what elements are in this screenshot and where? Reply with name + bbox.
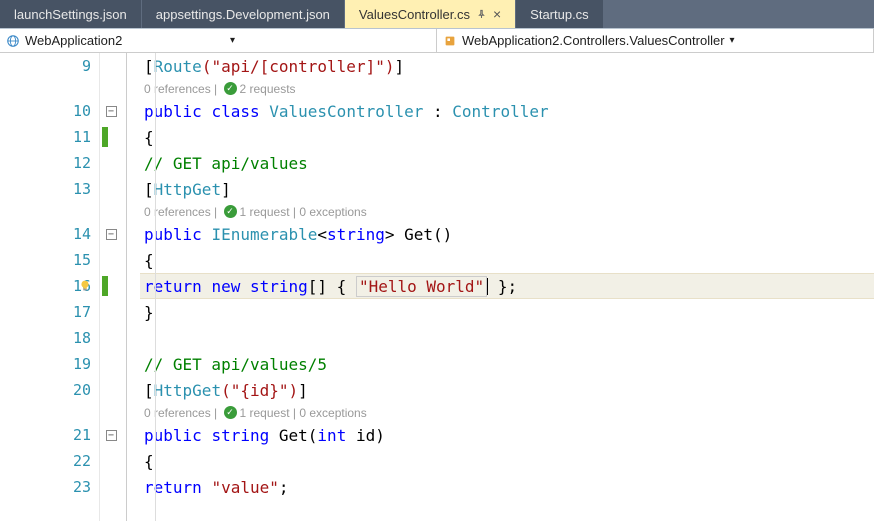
change-marker [102, 127, 108, 147]
chevron-down-icon: ▾ [230, 35, 430, 46]
tab-appsettings[interactable]: appsettings.Development.json [142, 0, 345, 28]
pin-icon[interactable] [476, 9, 487, 20]
code-line[interactable]: // GET api/values/5 [140, 351, 874, 377]
codelens[interactable]: 0 references | ✓1 request | 0 exceptions [140, 403, 874, 422]
line-number: 20 [73, 381, 91, 399]
class-icon [443, 34, 457, 48]
fold-toggle[interactable]: − [106, 430, 117, 441]
navigation-bar: WebApplication2 ▾ WebApplication2.Contro… [0, 29, 874, 53]
code-editor[interactable]: 9 10 11 12 13 14 15 16 17 18 19 20 21 22… [0, 53, 874, 521]
line-number: 12 [73, 154, 91, 172]
change-indicator-column: − − − [100, 53, 122, 521]
codelens[interactable]: 0 references | ✓1 request | 0 exceptions [140, 202, 874, 221]
change-marker [102, 276, 108, 296]
tab-valuescontroller[interactable]: ValuesController.cs × [345, 0, 516, 28]
tab-startup[interactable]: Startup.cs [516, 0, 604, 28]
check-icon: ✓ [224, 82, 237, 95]
fold-toggle[interactable]: − [106, 106, 117, 117]
code-line[interactable] [140, 325, 874, 351]
tab-bar: launchSettings.json appsettings.Developm… [0, 0, 874, 29]
outline-column [122, 53, 140, 521]
tab-launchsettings[interactable]: launchSettings.json [0, 0, 142, 28]
code-line-current[interactable]: return new string[] { "Hello World" }; [140, 273, 874, 299]
line-number: 14 [73, 225, 91, 243]
code-line[interactable]: { [140, 448, 874, 474]
code-area[interactable]: [Route("api/[controller]")] 0 references… [140, 53, 874, 521]
line-number: 21 [73, 426, 91, 444]
line-number: 17 [73, 303, 91, 321]
code-line[interactable]: // GET api/values [140, 150, 874, 176]
line-number: 18 [73, 329, 91, 347]
line-number: 9 [82, 57, 91, 75]
chevron-down-icon: ▾ [730, 35, 867, 46]
code-line[interactable]: [HttpGet] [140, 176, 874, 202]
line-number: 15 [73, 251, 91, 269]
code-line[interactable]: } [140, 299, 874, 325]
globe-icon [6, 34, 20, 48]
line-number: 23 [73, 478, 91, 496]
codelens[interactable]: 0 references | ✓2 requests [140, 79, 874, 98]
nav-class-label: WebApplication2.Controllers.ValuesContro… [462, 33, 725, 48]
check-icon: ✓ [224, 205, 237, 218]
lightbulb-icon[interactable] [78, 279, 92, 293]
fold-toggle[interactable]: − [106, 229, 117, 240]
line-number: 10 [73, 102, 91, 120]
close-icon[interactable]: × [493, 7, 501, 21]
code-line[interactable]: [HttpGet("{id}")] [140, 377, 874, 403]
line-number: 13 [73, 180, 91, 198]
line-number: 11 [73, 128, 91, 146]
code-line[interactable]: public class ValuesController : Controll… [140, 98, 874, 124]
line-number: 19 [73, 355, 91, 373]
check-icon: ✓ [224, 406, 237, 419]
nav-class-dropdown[interactable]: WebApplication2.Controllers.ValuesContro… [437, 29, 874, 52]
code-line[interactable]: { [140, 124, 874, 150]
line-number: 22 [73, 452, 91, 470]
code-line[interactable]: public string Get(int id) [140, 422, 874, 448]
nav-project-label: WebApplication2 [25, 33, 225, 48]
code-line[interactable]: public IEnumerable<string> Get() [140, 221, 874, 247]
code-line[interactable]: return "value"; [140, 474, 874, 500]
code-line[interactable]: [Route("api/[controller]")] [140, 53, 874, 79]
nav-project-dropdown[interactable]: WebApplication2 ▾ [0, 29, 437, 52]
code-line[interactable]: { [140, 247, 874, 273]
line-number-gutter: 9 10 11 12 13 14 15 16 17 18 19 20 21 22… [0, 53, 100, 521]
